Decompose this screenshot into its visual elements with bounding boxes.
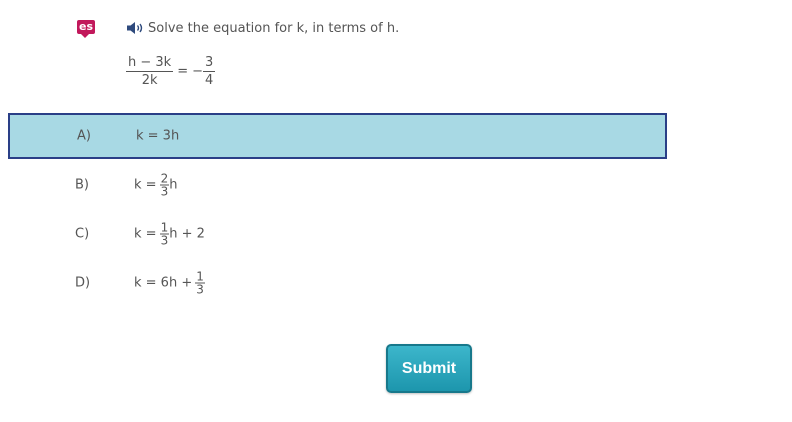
choice-fraction: 2 3: [159, 173, 170, 199]
choice-b[interactable]: B) k = 2 3 h: [8, 162, 667, 208]
choice-d[interactable]: D) k = 6h + 1 3: [8, 260, 667, 306]
fraction-denominator: 3: [196, 282, 204, 297]
rhs-denominator: 4: [205, 73, 214, 88]
fraction-denominator: 3: [160, 184, 169, 199]
question-prompt: Solve the equation for k, in terms of h.: [148, 21, 400, 36]
choice-letter: D): [75, 275, 91, 291]
choice-fraction: 1 3: [195, 271, 205, 296]
lhs-numerator: h − 3k: [126, 55, 174, 72]
choice-text: k =: [134, 226, 157, 242]
espanol-icon[interactable]: es: [77, 20, 95, 38]
choice-expression: k = 1 3 h + 2: [134, 222, 205, 247]
equals-sign: =: [177, 64, 189, 79]
speaker-icon[interactable]: [126, 21, 146, 35]
rhs-fraction: 3 4: [203, 55, 216, 88]
choice-expression: k = 6h + 1 3: [134, 271, 205, 296]
lhs-fraction: h − 3k 2k: [126, 55, 174, 88]
submit-button[interactable]: Submit: [386, 344, 472, 393]
choice-text: k = 6h +: [134, 275, 193, 291]
question-equation: h − 3k 2k = − 3 4: [126, 55, 216, 88]
choice-expression: k = 2 3 h: [134, 173, 177, 198]
choice-letter: B): [75, 177, 89, 193]
choice-text: k = 3h: [136, 128, 180, 144]
fraction-denominator: 3: [160, 233, 169, 248]
choice-fraction: 1 3: [159, 222, 170, 248]
choice-letter: C): [75, 226, 90, 242]
minus-sign: −: [192, 64, 204, 79]
choice-text: k =: [134, 177, 157, 193]
choice-text-after: h: [169, 177, 178, 193]
choice-letter: A): [77, 128, 91, 144]
choice-c[interactable]: C) k = 1 3 h + 2: [8, 211, 667, 257]
rhs-numerator: 3: [203, 55, 216, 72]
choice-text-after: h + 2: [169, 226, 205, 242]
choice-expression: k = 3h: [136, 129, 179, 144]
lhs-denominator: 2k: [141, 73, 158, 88]
choice-a[interactable]: A) k = 3h: [8, 113, 667, 159]
